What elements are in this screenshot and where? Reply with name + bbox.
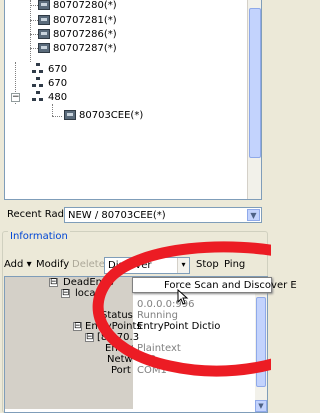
- row-value-cell: [133, 387, 257, 398]
- ping-button[interactable]: Ping: [224, 259, 245, 270]
- tree-scrollbar[interactable]: [247, 0, 261, 199]
- property-value: COM1: [137, 365, 167, 376]
- collapse-toggle[interactable]: ⊟: [49, 278, 58, 287]
- discover-dropdown-menu: Force Scan and Discover E: [132, 277, 297, 293]
- tree-item-label: 80707287(*): [53, 43, 117, 54]
- property-key: Netw: [107, 354, 133, 365]
- property-key: Encry: [105, 343, 134, 354]
- row-value-cell: [133, 376, 257, 387]
- collapse-toggle[interactable]: −: [11, 93, 20, 102]
- radio-card-icon: [38, 15, 50, 25]
- modify-button[interactable]: Modify: [36, 259, 69, 270]
- row-label-cell: [5, 387, 133, 398]
- property-key: local: [75, 288, 99, 299]
- chevron-down-icon[interactable]: ▾: [177, 258, 189, 273]
- information-toolbar: Add ▾ Modify Delete Discover ▾ Stop Ping: [4, 255, 268, 275]
- row-value-cell: [133, 398, 257, 409]
- tree-connector: [30, 48, 38, 49]
- property-value: Running: [137, 310, 178, 321]
- tree-item-label: 80707281(*): [53, 15, 117, 26]
- chevron-down-icon: ▾: [26, 259, 32, 270]
- radio-card-icon: [38, 29, 50, 39]
- collapse-toggle[interactable]: ⊟: [73, 322, 82, 331]
- tree-connector: [52, 104, 53, 116]
- tree-connector: [52, 116, 62, 117]
- tree-item-label: 80707280(*): [53, 0, 117, 11]
- property-key: Status: [101, 310, 133, 321]
- property-row: [5, 376, 257, 387]
- network-icon: [32, 91, 44, 101]
- tree-scroll-thumb[interactable]: [249, 8, 261, 158]
- stop-button[interactable]: Stop: [196, 259, 219, 270]
- chevron-down-icon[interactable]: ▼: [247, 209, 260, 221]
- tree-item-label: 80707286(*): [53, 29, 117, 40]
- radio-card-icon: [38, 0, 50, 10]
- mouse-pointer-icon: [177, 289, 189, 305]
- row-label-cell: [5, 299, 133, 310]
- property-row: [5, 398, 257, 409]
- tree-connector: [30, 34, 38, 35]
- collapse-toggle[interactable]: ⊟: [85, 333, 94, 342]
- network-icon: [32, 77, 44, 87]
- property-key: [80.70.3: [97, 332, 140, 343]
- delete-button[interactable]: Delete: [72, 259, 105, 270]
- discover-split-button[interactable]: Discover ▾: [104, 257, 190, 274]
- radio-card-icon: [38, 43, 50, 53]
- radio-tree[interactable]: 80707280(*) 80707281(*) 80707286(*) 8070…: [4, 0, 262, 200]
- tree-connector: [30, 20, 38, 21]
- tree-connector: [30, 5, 38, 6]
- property-row[interactable]: Status Running: [5, 310, 257, 321]
- network-icon: [32, 63, 44, 73]
- property-scrollbar[interactable]: ▼: [255, 277, 267, 412]
- property-value: EntryPoint Dictio: [137, 321, 221, 332]
- tree-item-label: 80703CEE(*): [79, 110, 144, 121]
- discover-label: Discover: [108, 260, 152, 271]
- property-key: Port: [111, 365, 131, 376]
- property-grid[interactable]: ⊟ DeadEnds ⊟ local 0.0.0.0:996 Status Ru…: [4, 276, 268, 413]
- property-row[interactable]: Port COM1: [5, 365, 257, 376]
- collapse-toggle[interactable]: ⊟: [61, 289, 70, 298]
- property-value: 480: [137, 354, 157, 365]
- property-key: DeadEnds: [63, 277, 114, 288]
- property-key: EntryPoints: [85, 321, 142, 332]
- property-value: Plaintext: [137, 343, 181, 354]
- property-row[interactable]: ⊟ EntryPoints EntryPoint Dictio: [5, 321, 257, 332]
- scroll-down-arrow-icon[interactable]: ▼: [255, 400, 267, 412]
- recent-radios-row: Recent Radios: NEW / 80703CEE(*) ▼: [4, 207, 262, 223]
- tree-item-label: 480: [48, 92, 68, 103]
- tree-item-label: 670: [48, 78, 68, 89]
- property-row[interactable]: Netw 480: [5, 354, 257, 365]
- recent-radios-combo[interactable]: NEW / 80703CEE(*) ▼: [64, 207, 262, 223]
- property-row[interactable]: Encry Plaintext: [5, 343, 257, 354]
- information-title: Information: [8, 231, 70, 242]
- row-value-cell: [133, 332, 257, 343]
- add-button[interactable]: Add ▾: [4, 259, 32, 270]
- property-scroll-thumb[interactable]: [256, 297, 266, 387]
- row-label-cell: [5, 376, 133, 387]
- tree-item-label: 670: [48, 64, 68, 75]
- property-row: [5, 387, 257, 398]
- add-label: Add: [4, 259, 24, 270]
- recent-radios-value: NEW / 80703CEE(*): [68, 210, 166, 221]
- property-row[interactable]: ⊟ [80.70.3: [5, 332, 257, 343]
- radio-card-icon: [64, 110, 76, 120]
- row-label-cell: [5, 398, 133, 409]
- property-row[interactable]: 0.0.0.0:996: [5, 299, 257, 310]
- tree-connector: [30, 0, 31, 62]
